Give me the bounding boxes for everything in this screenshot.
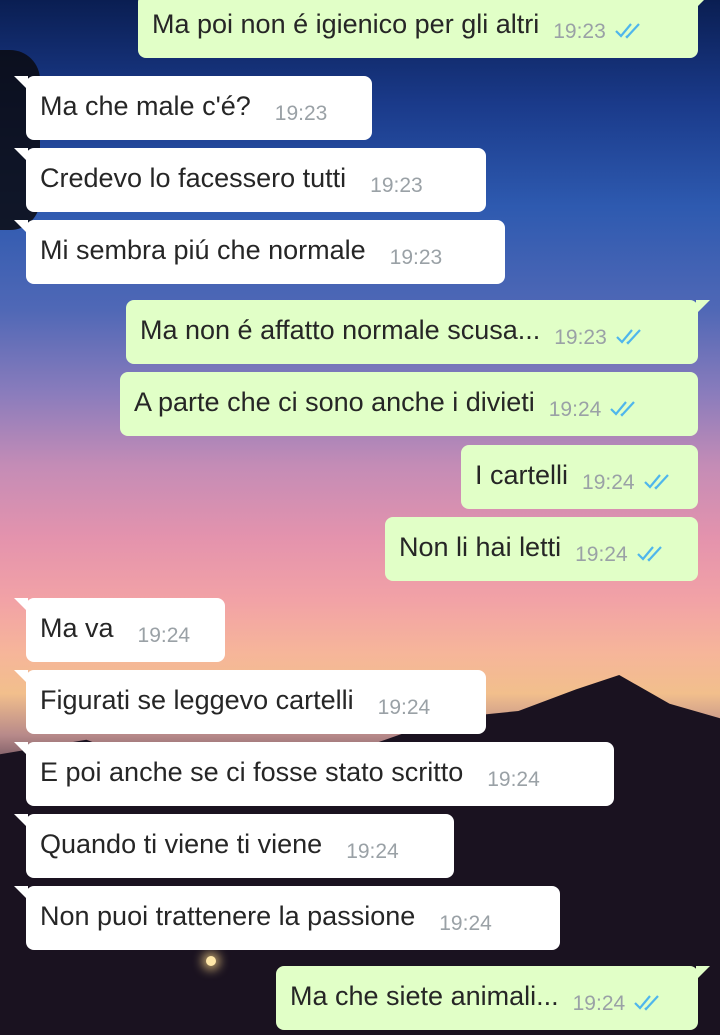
message-text: Ma che male c'é? bbox=[40, 91, 251, 121]
outgoing-message[interactable]: Ma che siete animali... 19:24 bbox=[276, 966, 710, 1030]
chat-thread[interactable]: Ma poi non é igienico per gli altri 19:2… bbox=[0, 0, 720, 1035]
message-text: A parte che ci sono anche i divieti bbox=[134, 387, 535, 417]
message-text: Ma va bbox=[40, 613, 114, 643]
incoming-message[interactable]: Figurati se leggevo cartelli 19:24 bbox=[14, 670, 486, 734]
message-time: 19:24 bbox=[137, 624, 191, 647]
message-time: 19:24 bbox=[548, 398, 602, 421]
message-text: Non puoi trattenere la passione bbox=[40, 901, 416, 931]
message-text: Quando ti viene ti viene bbox=[40, 829, 323, 859]
message-time: 19:23 bbox=[370, 174, 423, 197]
double-check-icon bbox=[610, 401, 636, 417]
message-text: Ma poi non é igienico per gli altri bbox=[152, 9, 540, 39]
message-time: 19:24 bbox=[346, 840, 399, 863]
message-time: 19:23 bbox=[274, 102, 328, 125]
message-time: 19:24 bbox=[582, 471, 635, 494]
incoming-message[interactable]: Credevo lo facessero tutti 19:23 bbox=[14, 148, 486, 212]
message-text: Ma che siete animali... bbox=[290, 981, 559, 1011]
outgoing-message[interactable]: Non li hai letti 19:24 bbox=[385, 517, 698, 581]
message-text: Non li hai letti bbox=[399, 532, 562, 562]
incoming-message[interactable]: Quando ti viene ti viene 19:24 bbox=[14, 814, 454, 878]
message-text: E poi anche se ci fosse stato scritto bbox=[40, 757, 464, 787]
message-text: Mi sembra piú che normale bbox=[40, 235, 366, 265]
double-check-icon bbox=[615, 23, 640, 39]
double-check-icon bbox=[616, 329, 641, 345]
double-check-icon bbox=[634, 995, 659, 1011]
message-time: 19:24 bbox=[487, 768, 540, 791]
outgoing-message[interactable]: Ma non é affatto normale scusa... 19:23 bbox=[126, 300, 710, 364]
message-time: 19:24 bbox=[377, 696, 431, 719]
message-time: 19:23 bbox=[554, 326, 607, 349]
message-text: I cartelli bbox=[475, 460, 569, 490]
incoming-message[interactable]: Mi sembra piú che normale 19:23 bbox=[14, 220, 505, 284]
message-time: 19:23 bbox=[389, 246, 443, 269]
outgoing-message[interactable]: A parte che ci sono anche i divieti 19:2… bbox=[120, 372, 698, 436]
double-check-icon bbox=[643, 474, 669, 490]
incoming-message[interactable]: Ma che male c'é? 19:23 bbox=[14, 76, 372, 140]
message-time: 19:24 bbox=[439, 912, 492, 935]
message-time: 19:23 bbox=[553, 20, 606, 43]
incoming-message[interactable]: E poi anche se ci fosse stato scritto 19… bbox=[14, 742, 614, 806]
message-text: Figurati se leggevo cartelli bbox=[40, 685, 354, 715]
outgoing-message[interactable]: I cartelli 19:24 bbox=[461, 445, 698, 509]
message-text: Credevo lo facessero tutti bbox=[40, 163, 347, 193]
incoming-message[interactable]: Non puoi trattenere la passione 19:24 bbox=[14, 886, 560, 950]
incoming-message[interactable]: Ma va 19:24 bbox=[14, 598, 225, 662]
double-check-icon bbox=[636, 546, 662, 562]
message-text: Ma non é affatto normale scusa... bbox=[140, 315, 541, 345]
message-time: 19:24 bbox=[575, 543, 628, 566]
outgoing-message[interactable]: Ma poi non é igienico per gli altri 19:2… bbox=[138, 0, 710, 58]
message-time: 19:24 bbox=[572, 992, 626, 1015]
